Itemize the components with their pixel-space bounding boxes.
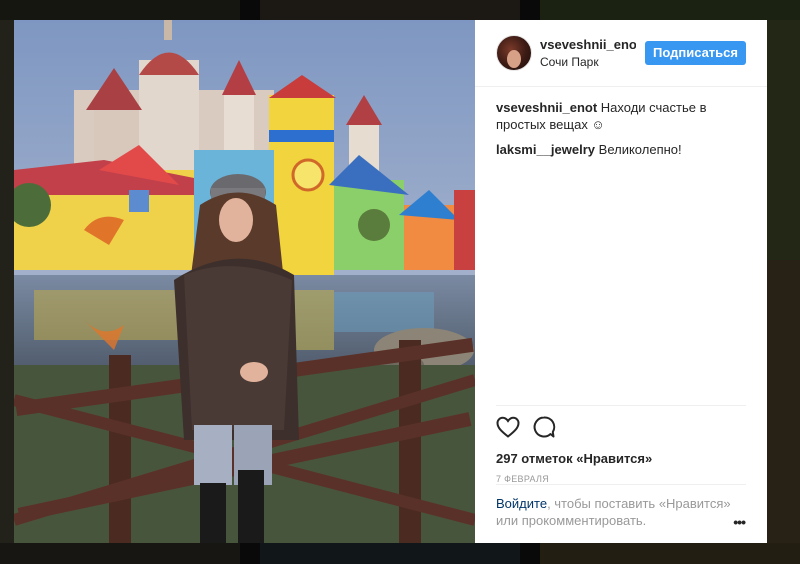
post-date[interactable]: 7 ФЕВРАЛЯ bbox=[496, 474, 746, 484]
post-modal: vseveshnii_enot Сочи Парк Подписаться vs… bbox=[14, 20, 767, 543]
follow-button[interactable]: Подписаться bbox=[644, 41, 746, 65]
author-meta: vseveshnii_enot Сочи Парк bbox=[540, 37, 645, 69]
comment-text: Великолепно! bbox=[598, 142, 682, 157]
post-details-panel: vseveshnii_enot Сочи Парк Подписаться vs… bbox=[475, 20, 767, 543]
action-icons-row bbox=[496, 415, 746, 444]
post-location[interactable]: Сочи Парк bbox=[540, 55, 645, 69]
likes-count[interactable]: 297 отметок «Нравится» bbox=[496, 451, 746, 466]
post-actions: 297 отметок «Нравится» 7 ФЕВРАЛЯ bbox=[496, 405, 746, 484]
post-photo[interactable] bbox=[14, 20, 475, 543]
photo-illustration bbox=[14, 20, 475, 543]
caption-username[interactable]: vseveshnii_enot bbox=[496, 100, 597, 115]
login-prompt: Войдите, чтобы поставить «Нравится» или … bbox=[496, 484, 746, 529]
comment-bubble-icon[interactable] bbox=[532, 415, 556, 444]
post-header: vseveshnii_enot Сочи Парк Подписаться bbox=[475, 20, 767, 87]
comments-list: vseveshnii_enot Находи счастье в простых… bbox=[475, 87, 767, 158]
author-username[interactable]: vseveshnii_enot bbox=[540, 37, 636, 52]
heart-icon[interactable] bbox=[496, 416, 520, 443]
more-options-icon[interactable]: ••• bbox=[733, 515, 746, 529]
comment-item: laksmi__jewelry Великолепно! bbox=[496, 141, 746, 158]
caption: vseveshnii_enot Находи счастье в простых… bbox=[496, 99, 746, 133]
comment-username[interactable]: laksmi__jewelry bbox=[496, 142, 595, 157]
login-link[interactable]: Войдите bbox=[496, 496, 547, 511]
author-avatar[interactable] bbox=[496, 35, 532, 71]
